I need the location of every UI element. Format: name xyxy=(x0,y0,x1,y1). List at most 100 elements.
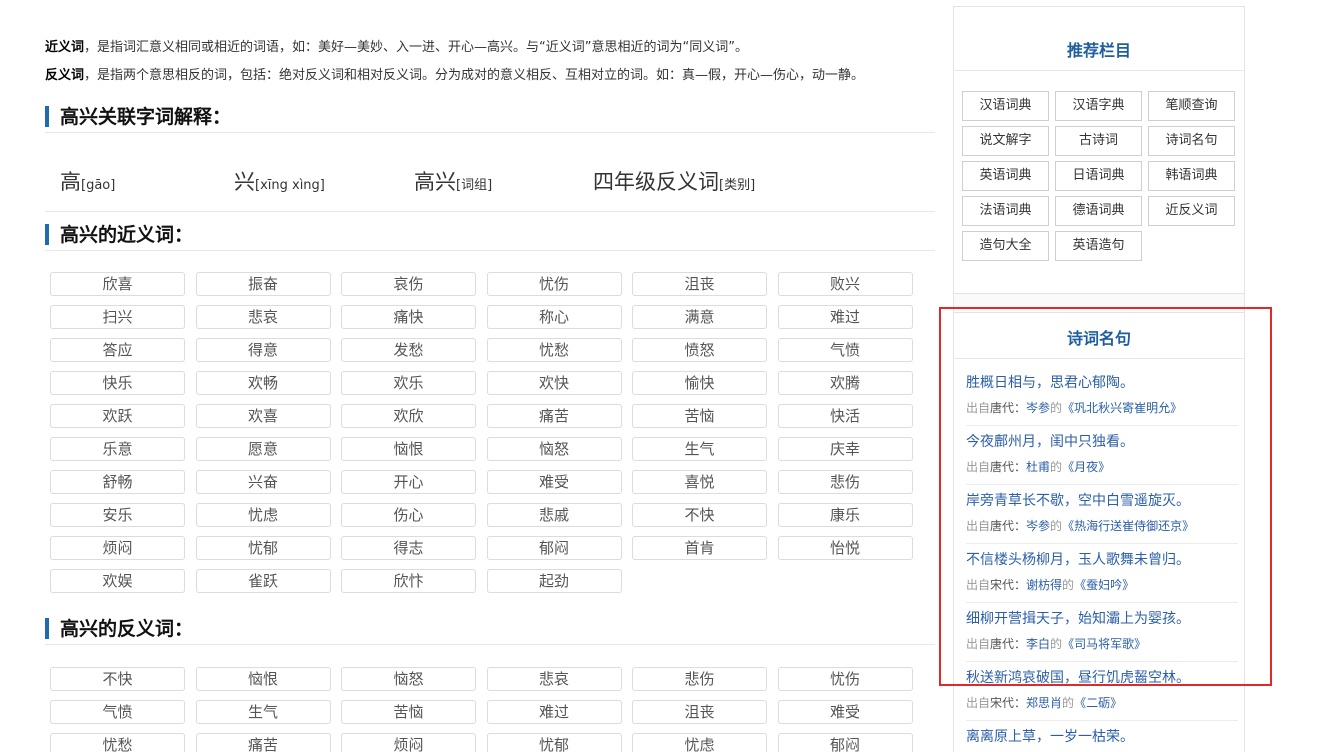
poem-title-link[interactable]: 二砺 xyxy=(1086,696,1110,710)
poem-title-link[interactable]: 巩北秋兴寄崔明允 xyxy=(1074,401,1170,415)
synonym-word-link[interactable]: 气愤 xyxy=(777,338,913,362)
poem-author-link[interactable]: 郑思肖 xyxy=(1026,696,1062,710)
synonym-word-link[interactable]: 欢腾 xyxy=(777,371,913,395)
recommend-link[interactable]: 近反义词 xyxy=(1148,196,1235,226)
poem-author-link[interactable]: 岑参 xyxy=(1026,401,1050,415)
synonym-word-link[interactable]: 乐意 xyxy=(50,437,185,461)
antonym-word-link[interactable]: 忧郁 xyxy=(486,733,622,752)
antonym-word-link[interactable]: 气愤 xyxy=(50,700,185,724)
synonym-word-link[interactable]: 答应 xyxy=(50,338,185,362)
synonym-word-link[interactable]: 快乐 xyxy=(50,371,185,395)
synonym-word-link[interactable]: 忧虑 xyxy=(195,503,331,527)
synonym-word-link[interactable]: 欢喜 xyxy=(195,404,331,428)
synonym-word-link[interactable]: 愤怒 xyxy=(632,338,767,362)
antonym-word-link[interactable]: 郁闷 xyxy=(777,733,913,752)
poem-title-link[interactable]: 月夜 xyxy=(1074,460,1098,474)
antonym-word-link[interactable]: 悲哀 xyxy=(486,667,622,691)
recommend-link[interactable]: 英语造句 xyxy=(1055,231,1142,261)
recommend-link[interactable]: 说文解字 xyxy=(962,126,1049,156)
synonym-word-link[interactable]: 发愁 xyxy=(341,338,476,362)
antonym-word-link[interactable]: 生气 xyxy=(195,700,331,724)
recommend-link[interactable]: 法语词典 xyxy=(962,196,1049,226)
synonym-word-link[interactable]: 不快 xyxy=(632,503,767,527)
synonym-word-link[interactable]: 悲戚 xyxy=(486,503,622,527)
recommend-link[interactable]: 造句大全 xyxy=(962,231,1049,261)
synonym-word-link[interactable]: 快活 xyxy=(777,404,913,428)
poem-author-link[interactable]: 谢枋得 xyxy=(1026,578,1062,592)
synonym-word-link[interactable]: 欢快 xyxy=(486,371,622,395)
antonym-word-link[interactable]: 沮丧 xyxy=(632,700,767,724)
poem-author-link[interactable]: 岑参 xyxy=(1026,519,1050,533)
synonym-word-link[interactable]: 兴奋 xyxy=(195,470,331,494)
antonym-word-link[interactable]: 苦恼 xyxy=(341,700,476,724)
antonym-word-link[interactable]: 烦闷 xyxy=(341,733,476,752)
synonym-word-link[interactable]: 哀伤 xyxy=(341,272,476,296)
synonym-word-link[interactable]: 悲哀 xyxy=(195,305,331,329)
synonym-word-link[interactable]: 恼怒 xyxy=(486,437,622,461)
antonym-word-link[interactable]: 难受 xyxy=(777,700,913,724)
poem-line-link[interactable]: 岸旁青草长不歇，空中白雪遥旋灭。 xyxy=(966,490,1190,510)
synonym-word-link[interactable]: 败兴 xyxy=(777,272,913,296)
synonym-word-link[interactable]: 得志 xyxy=(341,536,476,560)
antonym-word-link[interactable]: 难过 xyxy=(486,700,622,724)
synonym-word-link[interactable]: 得意 xyxy=(195,338,331,362)
recommend-link[interactable]: 笔顺查询 xyxy=(1148,91,1235,121)
synonym-word-link[interactable]: 忧伤 xyxy=(486,272,622,296)
synonym-word-link[interactable]: 怡悦 xyxy=(777,536,913,560)
antonym-word-link[interactable]: 忧虑 xyxy=(632,733,767,752)
synonym-word-link[interactable]: 首肯 xyxy=(632,536,767,560)
recommend-link[interactable]: 英语词典 xyxy=(962,161,1049,191)
synonym-word-link[interactable]: 安乐 xyxy=(50,503,185,527)
synonym-word-link[interactable]: 生气 xyxy=(632,437,767,461)
antonym-word-link[interactable]: 忧伤 xyxy=(777,667,913,691)
poem-line-link[interactable]: 不信楼头杨柳月，玉人歌舞未曾归。 xyxy=(966,549,1190,569)
synonym-word-link[interactable]: 忧郁 xyxy=(195,536,331,560)
synonym-word-link[interactable]: 舒畅 xyxy=(50,470,185,494)
synonym-word-link[interactable]: 悲伤 xyxy=(777,470,913,494)
synonym-word-link[interactable]: 欢乐 xyxy=(341,371,476,395)
poem-line-link[interactable]: 胜概日相与，思君心郁陶。 xyxy=(966,372,1134,392)
antonym-word-link[interactable]: 恼恨 xyxy=(195,667,331,691)
synonym-word-link[interactable]: 欣喜 xyxy=(50,272,185,296)
recommend-link[interactable]: 汉语字典 xyxy=(1055,91,1142,121)
antonym-word-link[interactable]: 不快 xyxy=(50,667,185,691)
synonym-word-link[interactable]: 满意 xyxy=(632,305,767,329)
synonym-word-link[interactable]: 苦恼 xyxy=(632,404,767,428)
synonym-word-link[interactable]: 庆幸 xyxy=(777,437,913,461)
synonym-word-link[interactable]: 康乐 xyxy=(777,503,913,527)
synonym-word-link[interactable]: 欣忭 xyxy=(341,569,476,593)
synonym-word-link[interactable]: 恼恨 xyxy=(341,437,476,461)
synonym-word-link[interactable]: 沮丧 xyxy=(632,272,767,296)
synonym-word-link[interactable]: 郁闷 xyxy=(486,536,622,560)
synonym-word-link[interactable]: 欢欣 xyxy=(341,404,476,428)
antonym-word-link[interactable]: 忧愁 xyxy=(50,733,185,752)
poem-title-link[interactable]: 蚕妇吟 xyxy=(1086,578,1122,592)
synonym-word-link[interactable]: 痛快 xyxy=(341,305,476,329)
poem-author-link[interactable]: 李白 xyxy=(1026,637,1050,651)
synonym-word-link[interactable]: 伤心 xyxy=(341,503,476,527)
poem-line-link[interactable]: 秋送新鸿哀破国，昼行饥虎齧空林。 xyxy=(966,667,1190,687)
poem-title-link[interactable]: 司马将军歌 xyxy=(1074,637,1134,651)
recommend-link[interactable]: 诗词名句 xyxy=(1148,126,1235,156)
char-link-gaoxing[interactable]: 高兴[词组] xyxy=(414,166,492,196)
synonym-word-link[interactable]: 难过 xyxy=(777,305,913,329)
synonym-word-link[interactable]: 烦闷 xyxy=(50,536,185,560)
synonym-word-link[interactable]: 雀跃 xyxy=(195,569,331,593)
synonym-word-link[interactable]: 开心 xyxy=(341,470,476,494)
synonym-word-link[interactable]: 愉快 xyxy=(632,371,767,395)
synonym-word-link[interactable]: 喜悦 xyxy=(632,470,767,494)
antonym-word-link[interactable]: 恼怒 xyxy=(341,667,476,691)
synonym-word-link[interactable]: 欢娱 xyxy=(50,569,185,593)
poem-line-link[interactable]: 今夜鄜州月，闺中只独看。 xyxy=(966,431,1134,451)
recommend-link[interactable]: 日语词典 xyxy=(1055,161,1142,191)
synonym-word-link[interactable]: 愿意 xyxy=(195,437,331,461)
char-link-category[interactable]: 四年级反义词[类别] xyxy=(593,166,755,196)
recommend-link[interactable]: 汉语词典 xyxy=(962,91,1049,121)
synonym-word-link[interactable]: 振奋 xyxy=(195,272,331,296)
recommend-link[interactable]: 德语词典 xyxy=(1055,196,1142,226)
synonym-word-link[interactable]: 欢畅 xyxy=(195,371,331,395)
char-link-gao[interactable]: 高[gāo] xyxy=(60,166,115,196)
antonym-word-link[interactable]: 痛苦 xyxy=(195,733,331,752)
poem-title-link[interactable]: 热海行送崔侍御还京 xyxy=(1074,519,1182,533)
poem-author-link[interactable]: 杜甫 xyxy=(1026,460,1050,474)
